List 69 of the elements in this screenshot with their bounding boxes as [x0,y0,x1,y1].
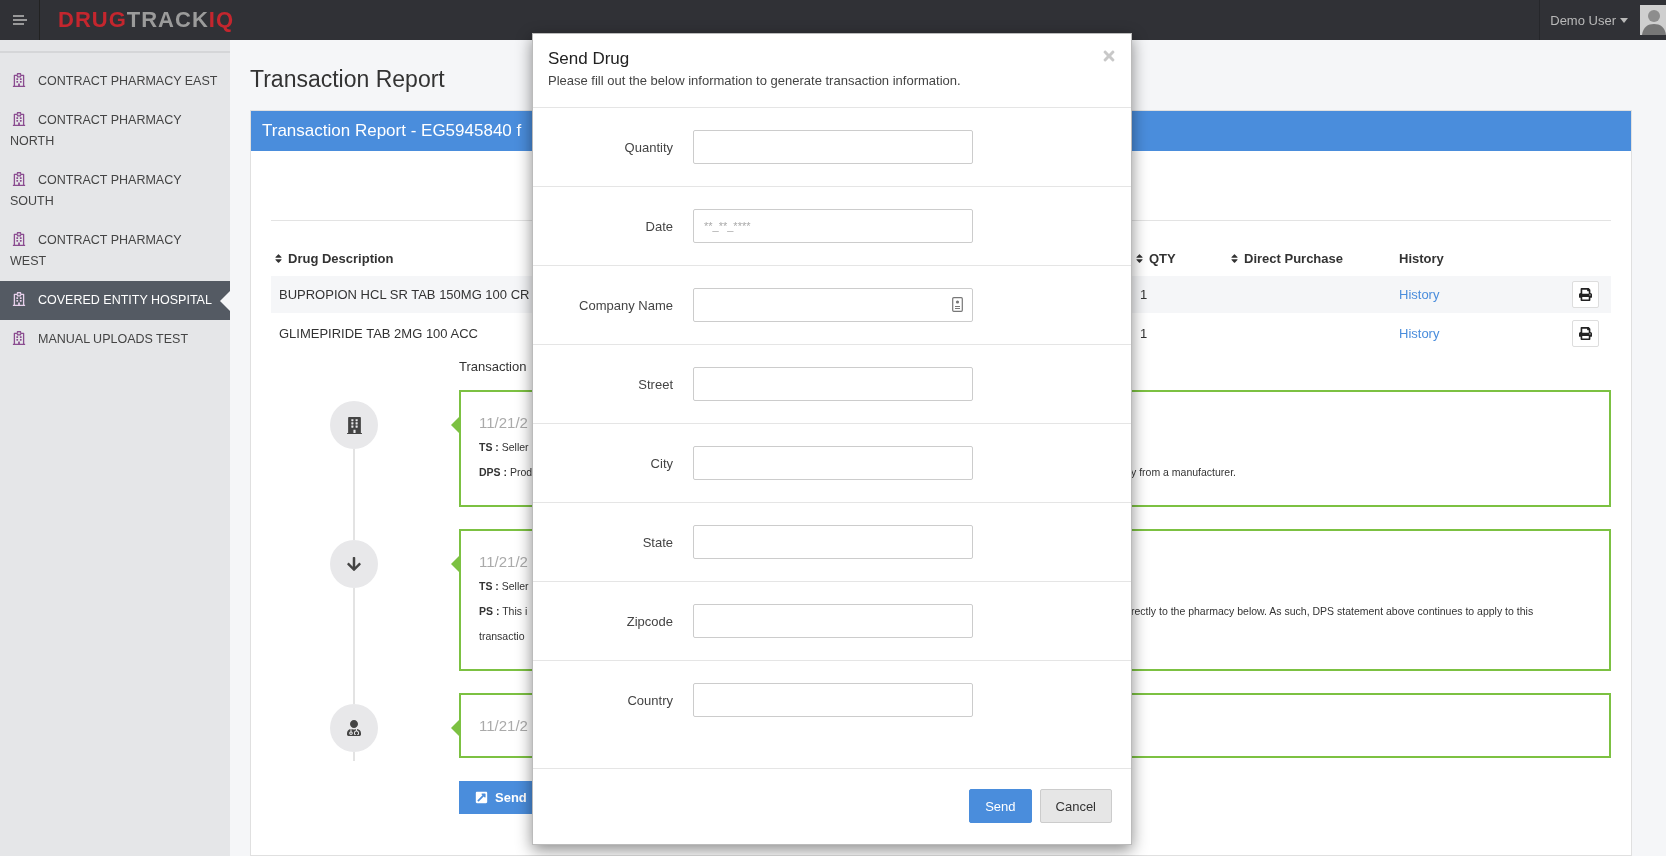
field-label: Country [626,692,673,708]
print-button[interactable] [1572,319,1599,347]
logo: DRUGTRACKIQ [58,8,234,32]
printer-icon [1579,326,1592,340]
page-title: Transaction Report [250,65,445,94]
cancel-button[interactable]: Cancel [1039,789,1112,823]
hospital-icon [12,73,26,87]
input-field[interactable] [693,604,973,638]
input-field[interactable] [693,367,973,401]
arrow-down-icon [346,556,362,572]
sidebar-item[interactable]: CONTRACT PHARMACY EAST [0,62,230,101]
timeline-label: Transaction [459,358,528,376]
sort-icon [1229,252,1240,264]
field-label: Date [644,218,673,234]
field-label: Street [637,376,673,392]
column-header[interactable]: Drug Description [271,250,1132,266]
history-link[interactable]: History [1397,325,1440,341]
close-icon [1101,48,1117,64]
event-text: TS : Seller [479,440,529,455]
sidebar-item[interactable]: COVERED ENTITY HOSPITAL [0,281,230,320]
sidebar-item[interactable]: CONTRACT PHARMACY NORTH [0,101,230,161]
external-link-icon [475,791,488,804]
field-label: City [649,455,673,471]
event-date: 11/21/2 [479,413,529,433]
sidebar-item[interactable]: MANUAL UPLOADS TEST [0,320,230,359]
hospital-icon [12,172,26,186]
event-date: 11/21/2 [479,552,529,572]
sidebar-item[interactable]: CONTRACT PHARMACY WEST [0,221,230,281]
event-text: DPS : Prod [479,465,533,480]
sort-icon [273,252,284,264]
printer-icon [1579,288,1592,301]
dialog-subtitle: Please fill out the below information to generate transaction information. [548,72,962,90]
column-header: History [1398,250,1445,266]
table-cell-text: GLIMEPIRIDE TAB 2MG 100 ACC [278,325,479,341]
input-field[interactable] [693,446,973,480]
id-card-icon [952,297,963,312]
input-field[interactable] [693,525,973,559]
doctor-icon [346,720,362,736]
close-button[interactable] [1101,48,1117,64]
event-text: rectly to the pharmacy below. As such, DPS statement above continues to apply to this [1131,604,1534,619]
menu-icon [11,15,28,25]
event-text: transactio [479,629,525,644]
field-label: Zipcode [625,613,673,629]
event-text: TS : Seller [479,579,529,594]
user-menu[interactable]: Demo User [1550,12,1616,28]
column-header[interactable]: QTY [1132,250,1227,266]
input-field[interactable]: **_**_**** [693,209,973,243]
hospital-icon [12,112,26,126]
table-cell-text: 1 [1139,287,1149,302]
building-icon [345,416,363,434]
sort-icon [1134,252,1145,264]
input-field[interactable] [693,288,973,322]
avatar-icon [1640,5,1666,35]
hospital-icon [12,331,26,345]
caret-icon [1620,17,1628,23]
dialog-title: Send Drug [548,48,630,70]
field-label: State [641,534,673,550]
column-header[interactable]: Direct Purchase [1227,250,1397,266]
table-cell-text: 1 [1139,325,1149,341]
input-field[interactable] [693,683,973,717]
print-button[interactable] [1572,281,1599,308]
field-label: Company Name [578,297,673,313]
event-text: PS : This i [479,604,528,619]
sidebar-item[interactable]: CONTRACT PHARMACY SOUTH [0,161,230,221]
input-field[interactable] [693,130,973,164]
hospital-icon [12,232,26,246]
table-cell-text: BUPROPION HCL SR TAB 150MG 100 CR [278,287,531,302]
hospital-icon [12,292,26,306]
event-date: 11/21/2 [479,716,529,736]
